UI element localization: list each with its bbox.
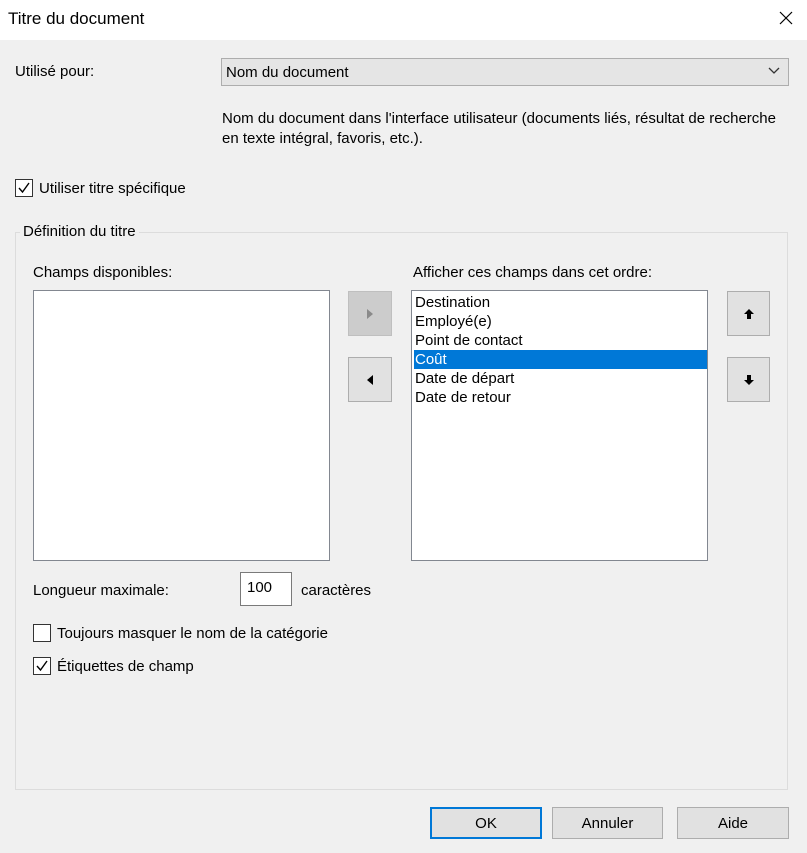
list-item[interactable]: Point de contact — [414, 331, 707, 350]
window-title: Titre du document — [8, 9, 145, 28]
arrow-right-icon — [367, 308, 373, 319]
move-up-button[interactable] — [727, 291, 770, 336]
title-bar: Titre du document — [0, 0, 807, 40]
ok-button[interactable]: OK — [430, 807, 542, 839]
cancel-button-label: Annuler — [581, 814, 634, 832]
used-for-dropdown[interactable]: Nom du document — [221, 58, 789, 86]
available-fields-list[interactable] — [33, 290, 330, 561]
field-labels-checkbox[interactable] — [33, 657, 51, 675]
close-button[interactable] — [764, 0, 807, 36]
ok-button-label: OK — [475, 814, 497, 832]
close-icon — [779, 11, 792, 25]
help-button[interactable]: Aide — [677, 807, 789, 839]
used-for-description: Nom du document dans l'interface utilisa… — [222, 110, 776, 147]
arrow-up-icon — [743, 308, 754, 319]
specific-title-label[interactable]: Utiliser titre spécifique — [39, 180, 186, 197]
field-order-list[interactable]: Destination Employé(e) Point de contact … — [411, 290, 708, 561]
move-down-button[interactable] — [727, 357, 770, 402]
list-item-selected[interactable]: Coût — [414, 350, 707, 369]
max-length-input[interactable]: 100 — [240, 572, 292, 606]
list-item[interactable]: Date de départ — [414, 369, 707, 388]
available-fields-label: Champs disponibles: — [33, 264, 173, 281]
list-item[interactable]: Destination — [414, 293, 707, 312]
list-item[interactable]: Employé(e) — [414, 312, 707, 331]
remove-field-button[interactable] — [348, 357, 392, 402]
help-button-label: Aide — [717, 814, 749, 832]
hide-category-label[interactable]: Toujours masquer le nom de la catégorie — [57, 625, 328, 642]
used-for-label: Utilisé pour: — [15, 63, 95, 80]
checkmark-icon — [36, 660, 48, 672]
max-length-unit: caractères — [301, 582, 372, 599]
max-length-label: Longueur maximale: — [33, 582, 169, 599]
chevron-down-icon — [768, 67, 780, 74]
list-item[interactable]: Date de retour — [414, 388, 707, 407]
specific-title-checkbox[interactable] — [15, 179, 33, 197]
used-for-selected: Nom du document — [226, 64, 349, 81]
max-length-value: 100 — [247, 579, 273, 596]
field-labels-label[interactable]: Étiquettes de champ — [57, 658, 194, 675]
add-field-button[interactable] — [348, 291, 392, 336]
checkmark-icon — [18, 182, 30, 194]
title-definition-legend: Définition du titre — [20, 223, 139, 240]
arrow-down-icon — [743, 374, 754, 385]
hide-category-checkbox[interactable] — [33, 624, 51, 642]
arrow-left-icon — [367, 374, 373, 385]
field-order-label: Afficher ces champs dans cet ordre: — [413, 264, 653, 281]
cancel-button[interactable]: Annuler — [552, 807, 663, 839]
